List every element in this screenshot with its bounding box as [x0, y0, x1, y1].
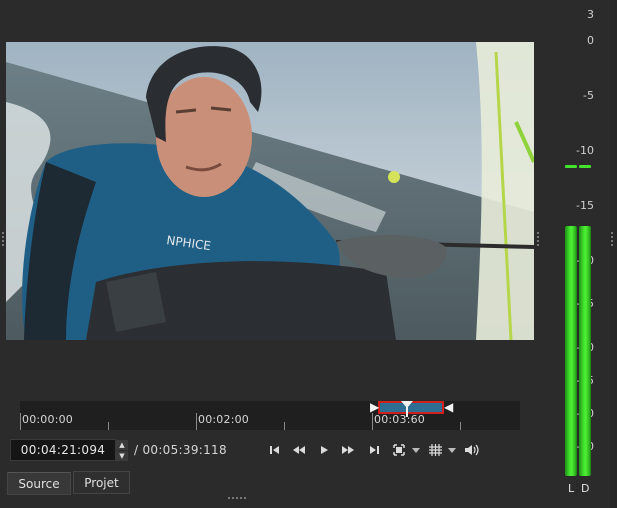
meter-scale-label: -10 [576, 144, 594, 157]
volume-icon[interactable] [464, 443, 482, 457]
skip-to-end-icon[interactable] [367, 443, 383, 457]
channel-label-right: D [581, 482, 590, 495]
ruler-tick [460, 422, 461, 430]
resize-handle[interactable] [228, 497, 246, 502]
meter-scale-label: 3 [587, 8, 594, 21]
tab-project[interactable]: Projet [73, 471, 130, 494]
playhead[interactable] [401, 401, 413, 421]
peak-indicator-left [565, 165, 577, 168]
peak-indicator-right [579, 165, 591, 168]
video-frame[interactable]: NPHICE [6, 42, 534, 340]
duration-label: / 00:05:39:118 [134, 443, 227, 457]
meter-scale-label: 0 [587, 34, 594, 47]
play-icon[interactable] [318, 443, 334, 457]
increment-icon[interactable]: ▲ [116, 440, 128, 450]
in-point-handle[interactable]: ▶ [370, 401, 379, 414]
ruler-tick [108, 422, 109, 430]
rewind-icon[interactable] [291, 443, 307, 457]
channel-label-left: L [568, 482, 575, 495]
ruler-label: 00:00:00 [22, 413, 74, 426]
ruler-tick [284, 422, 285, 430]
ruler-tick [196, 413, 197, 430]
fast-forward-icon[interactable] [340, 443, 356, 457]
source-player: NPHICE 00:00:00 00:02:00 00:03:60 ▶ ◀ 00… [0, 0, 540, 508]
timecode-field[interactable]: 00:04:21:094 [10, 439, 116, 461]
audio-meter: 3 0 -5 -10 -15 -20 -25 -30 -35 -40 -50 L… [540, 0, 610, 508]
panel-splitter[interactable] [611, 232, 615, 246]
ruler-label: 00:02:00 [198, 413, 250, 426]
timeline-ruler[interactable]: 00:00:00 00:02:00 00:03:60 ▶ ◀ [20, 401, 520, 430]
timecode-stepper[interactable]: ▲ ▼ [116, 440, 128, 461]
meter-edge [610, 0, 617, 508]
meter-scale-label: -15 [576, 199, 594, 212]
skip-to-start-icon[interactable] [268, 443, 284, 457]
tab-source[interactable]: Source [7, 472, 71, 495]
ruler-tick [20, 413, 21, 430]
decrement-icon[interactable]: ▼ [116, 451, 128, 461]
out-point-handle[interactable]: ◀ [444, 401, 453, 414]
ruler-tick [372, 413, 373, 430]
grid-icon[interactable] [428, 443, 460, 457]
level-bar-left [565, 226, 577, 476]
level-bar-right [579, 226, 591, 476]
zoom-fit-icon[interactable] [392, 443, 422, 457]
resize-handle[interactable] [2, 232, 6, 246]
ruler-label: 00:03:60 [374, 413, 426, 426]
meter-scale-label: -5 [583, 89, 594, 102]
